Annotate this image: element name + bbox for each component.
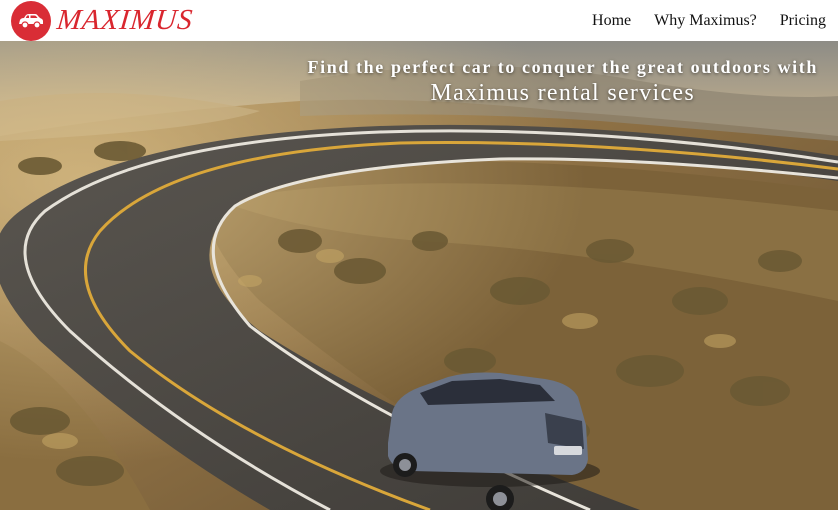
- brand-name: MAXIMUS: [55, 4, 195, 36]
- nav-why-maximus-link[interactable]: Why Maximus?: [654, 12, 757, 30]
- hero-headline-line2: Maximus rental services: [430, 80, 696, 106]
- nav-pricing-link[interactable]: Pricing: [780, 12, 826, 30]
- nav-home-link[interactable]: Home: [592, 12, 631, 30]
- hero-headline-line1: Find the perfect car to conquer the grea…: [307, 57, 818, 77]
- hero-background-image: [0, 41, 838, 510]
- car-icon: [11, 0, 51, 41]
- hero-headline: Find the perfect car to conquer the grea…: [308, 56, 818, 108]
- nav-links: Home Why Maximus? Pricing: [569, 12, 826, 30]
- hero-section: Find the perfect car to conquer the grea…: [0, 41, 838, 510]
- brand-logo-link[interactable]: MAXIMUS: [11, 0, 195, 41]
- navbar: MAXIMUS Home Why Maximus? Pricing: [0, 0, 838, 41]
